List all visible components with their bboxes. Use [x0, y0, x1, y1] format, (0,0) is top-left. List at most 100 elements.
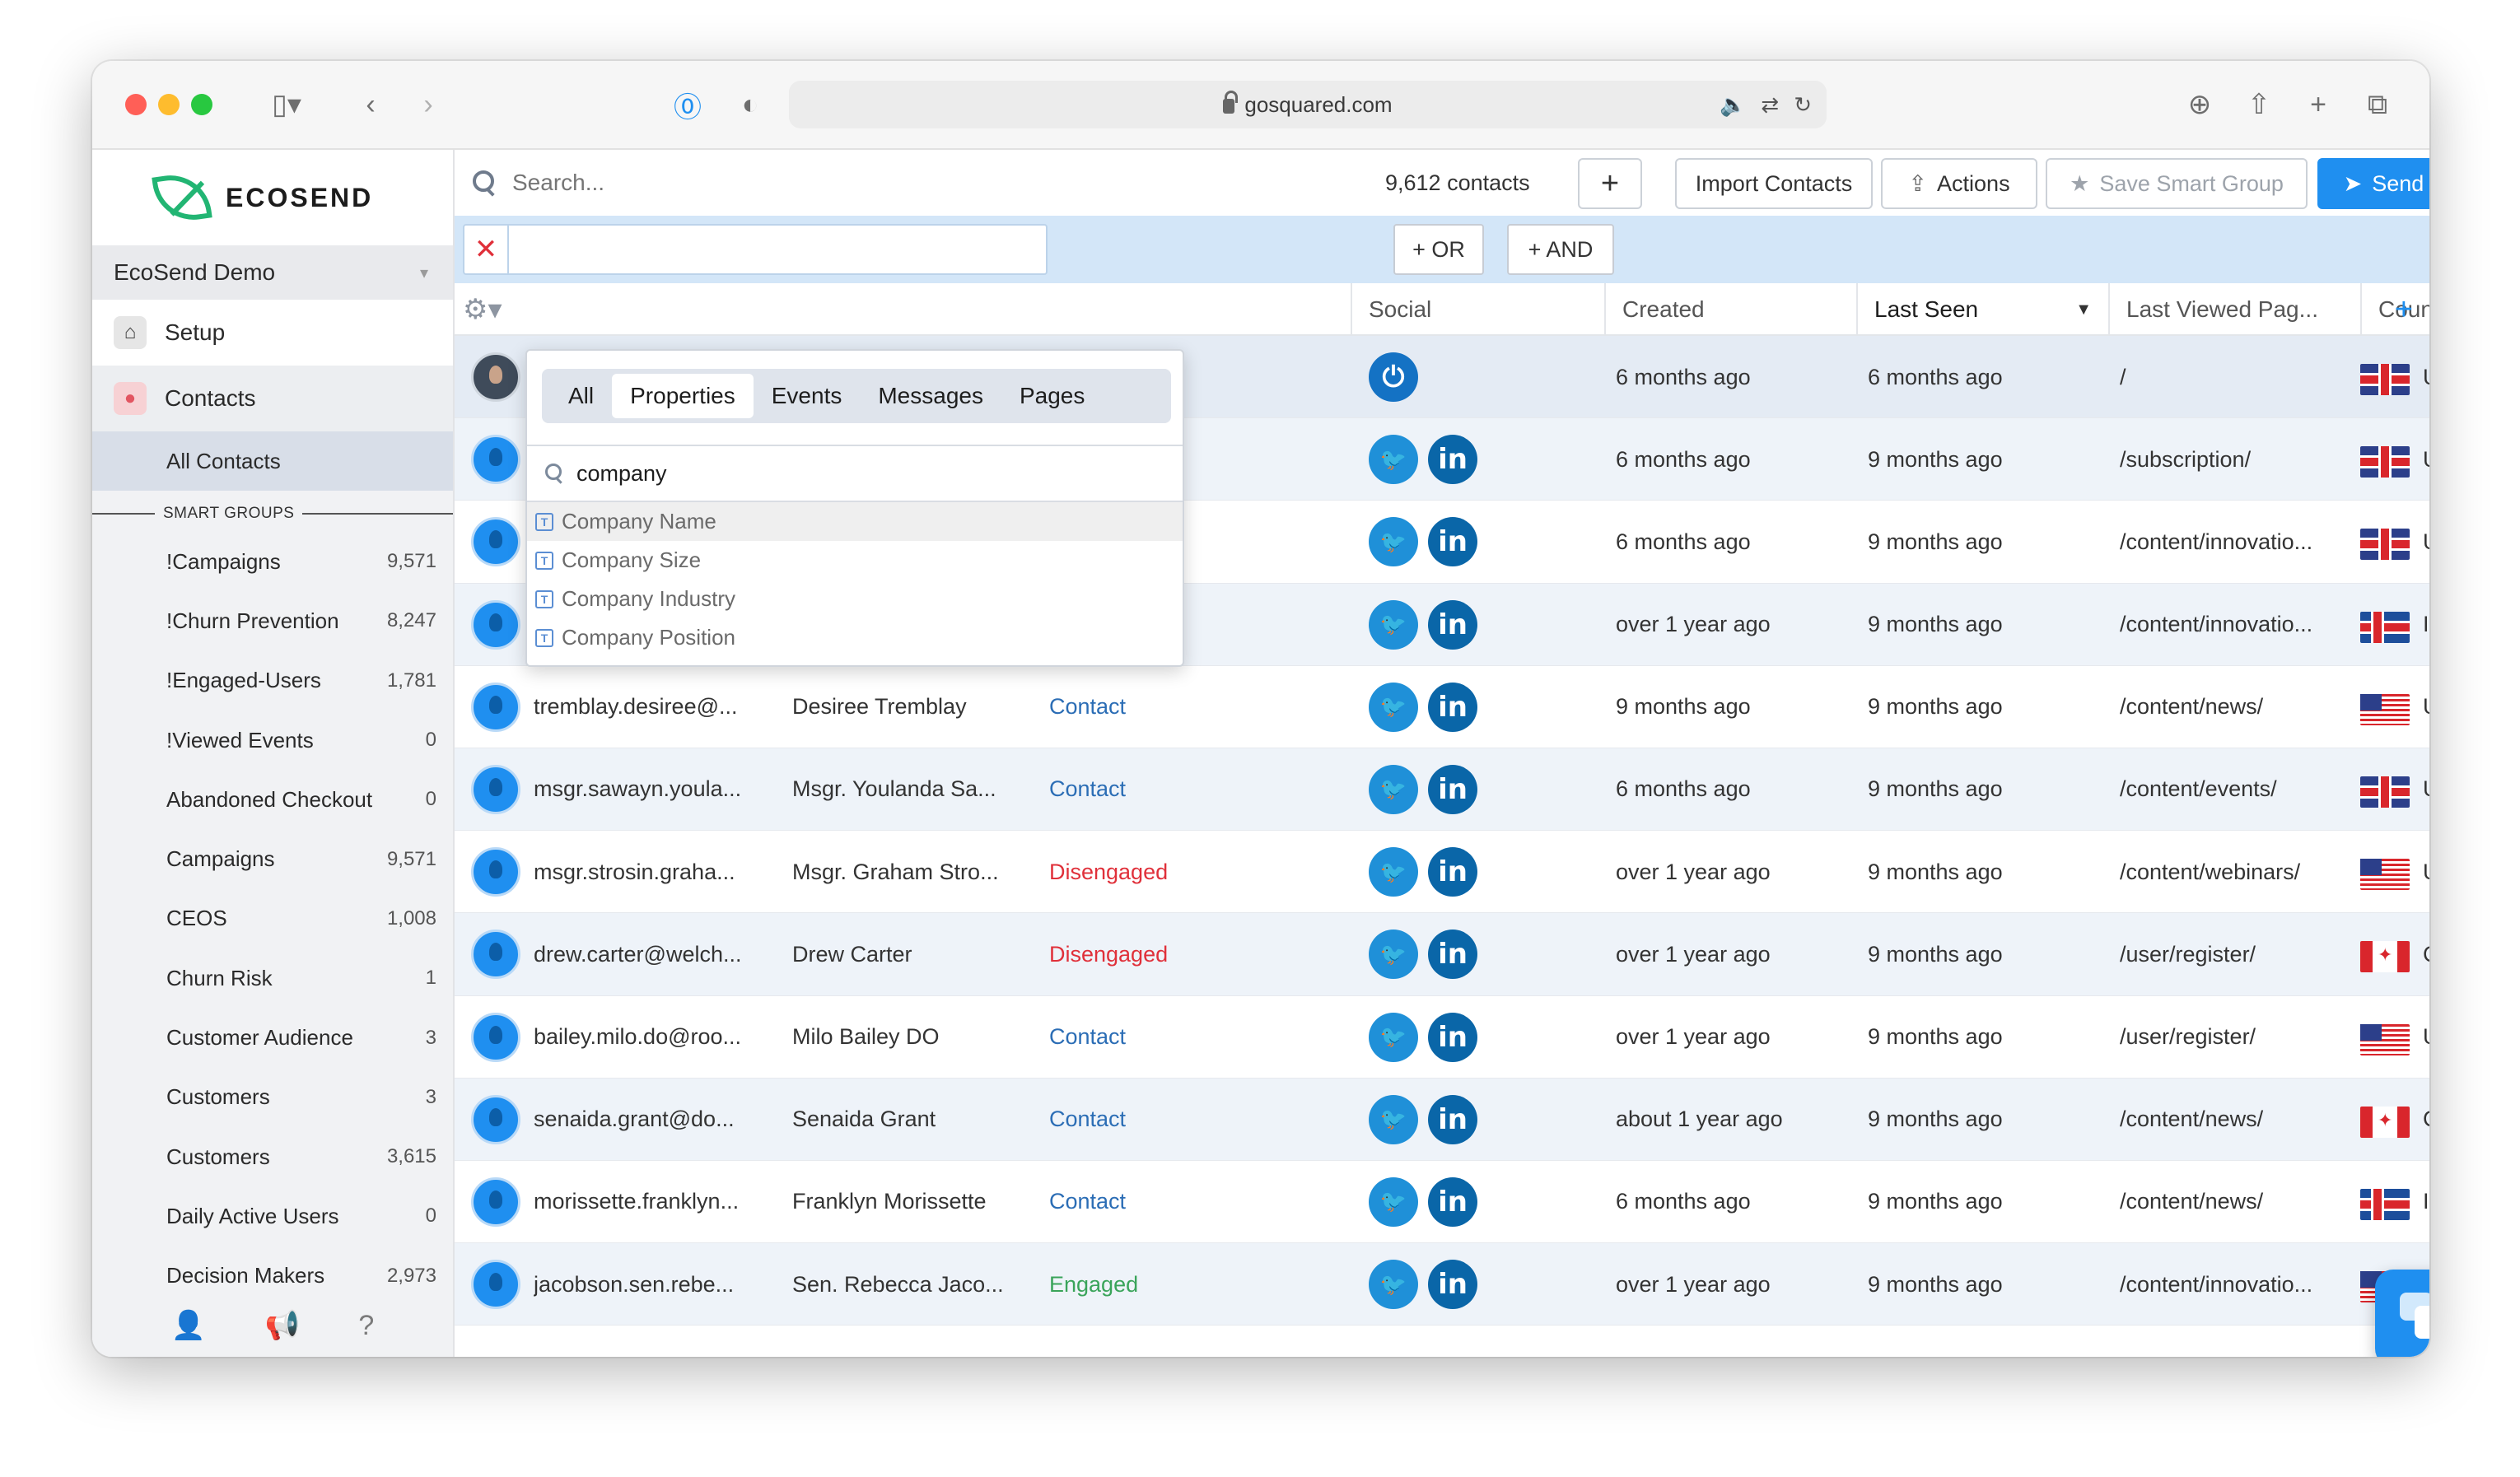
twitter-icon[interactable]: 🐦: [1369, 1176, 1418, 1227]
smart-group-item[interactable]: !Engaged-Users 1,781: [92, 651, 453, 711]
help-icon[interactable]: ?: [358, 1310, 374, 1342]
country-cell: Canada: [2423, 1079, 2429, 1161]
twitter-icon[interactable]: 🐦: [1369, 435, 1418, 485]
linkedin-icon[interactable]: in: [1428, 930, 1477, 980]
linkedin-icon[interactable]: in: [1428, 1260, 1477, 1310]
avatar: [471, 847, 520, 897]
back-icon[interactable]: ‹: [354, 84, 387, 125]
smart-group-item[interactable]: Churn Risk 1: [92, 948, 453, 1008]
linkedin-icon[interactable]: in: [1428, 1094, 1477, 1144]
sidebar-item-setup[interactable]: ⌂ Setup: [92, 300, 453, 366]
account-switcher[interactable]: EcoSend Demo ▾: [92, 245, 453, 300]
column-social[interactable]: Social: [1351, 283, 1604, 336]
speaker-icon[interactable]: 🔈: [1720, 92, 1746, 118]
linkedin-icon[interactable]: in: [1428, 847, 1477, 897]
linkedin-icon[interactable]: in: [1428, 1176, 1477, 1227]
reload-icon[interactable]: ↻: [1794, 92, 1812, 118]
linkedin-icon[interactable]: in: [1428, 517, 1477, 567]
tab-events[interactable]: Events: [754, 374, 861, 418]
sidebar-toggle-icon[interactable]: ▯▾: [254, 84, 320, 125]
address-bar[interactable]: gosquared.com 🔈 ⇄ ↻: [789, 81, 1827, 128]
smart-group-item[interactable]: Daily Active Users 0: [92, 1186, 453, 1246]
smart-group-item[interactable]: Customers 3: [92, 1068, 453, 1127]
tab-properties[interactable]: Properties: [612, 374, 754, 418]
and-filter-button[interactable]: + AND: [1507, 224, 1614, 275]
twitter-icon[interactable]: 🐦: [1369, 764, 1418, 814]
twitter-icon[interactable]: 🐦: [1369, 930, 1418, 980]
property-option[interactable]: T Company Position: [527, 618, 1183, 657]
profile-icon[interactable]: 👤: [171, 1309, 206, 1342]
filter-property-input[interactable]: [509, 224, 1048, 275]
property-option[interactable]: T Company Name: [527, 502, 1183, 541]
send-broadcast-button[interactable]: ➤ Send Broadcast: [2317, 158, 2429, 209]
linkedin-icon[interactable]: in: [1428, 682, 1477, 732]
smart-group-item[interactable]: !Churn Prevention 8,247: [92, 591, 453, 650]
add-column-icon[interactable]: +: [2382, 283, 2429, 336]
table-row[interactable]: bailey.milo.do@roo... Milo Bailey DO Conta…: [455, 996, 2429, 1079]
twitter-icon[interactable]: 🐦: [1369, 599, 1418, 650]
chat-widget-button[interactable]: [2375, 1270, 2429, 1357]
add-contact-button[interactable]: +: [1578, 158, 1642, 209]
property-option[interactable]: T Company Size: [527, 541, 1183, 580]
shield-icon[interactable]: ◐: [731, 84, 769, 125]
forward-icon[interactable]: ›: [412, 84, 445, 125]
table-row[interactable]: senaida.grant@do... Senaida Grant Contact 🐦…: [455, 1078, 2429, 1161]
sidebar-item-all-contacts[interactable]: All Contacts: [92, 431, 453, 491]
gear-icon[interactable]: ⚙▾: [463, 293, 502, 326]
announcements-icon[interactable]: 📢: [265, 1309, 300, 1342]
smart-group-item[interactable]: Campaigns 9,571: [92, 829, 453, 888]
sidebar-item-contacts[interactable]: ● Contacts: [92, 366, 453, 431]
remove-filter-icon[interactable]: ✕: [463, 224, 509, 275]
linkedin-icon[interactable]: in: [1428, 599, 1477, 650]
brand-logo[interactable]: ECOSEND: [92, 150, 453, 245]
twitter-icon[interactable]: 🐦: [1369, 1260, 1418, 1310]
column-last-viewed-page[interactable]: Last Viewed Pag...: [2108, 283, 2360, 336]
twitter-icon[interactable]: 🐦: [1369, 1012, 1418, 1062]
translate-icon[interactable]: ⇄: [1761, 92, 1779, 118]
column-created[interactable]: Created: [1604, 283, 1856, 336]
table-row[interactable]: msgr.sawayn.youla... Msgr. Youlanda Sa...…: [455, 748, 2429, 832]
twitter-icon[interactable]: 🐦: [1369, 517, 1418, 567]
twitter-icon[interactable]: 🐦: [1369, 847, 1418, 897]
twitter-icon[interactable]: 🐦: [1369, 682, 1418, 732]
or-filter-button[interactable]: + OR: [1393, 224, 1484, 275]
tab-messages[interactable]: Messages: [860, 374, 1001, 418]
table-row[interactable]: tremblay.desiree@... Desiree Tremblay Cont…: [455, 666, 2429, 748]
smart-group-item[interactable]: Customer Audience 3: [92, 1008, 453, 1067]
smart-group-item[interactable]: !Viewed Events 0: [92, 711, 453, 770]
column-last-seen[interactable]: Last Seen ▼: [1856, 283, 2108, 336]
downloads-icon[interactable]: ⊕: [2181, 84, 2219, 125]
save-smart-group-button[interactable]: ★ Save Smart Group: [2046, 158, 2308, 209]
tab-all[interactable]: All: [550, 374, 612, 418]
smart-group-item[interactable]: !Campaigns 9,571: [92, 532, 453, 591]
smart-group-item[interactable]: Customers 3,615: [92, 1127, 453, 1186]
country-cell: United St: [2423, 666, 2429, 748]
actions-button[interactable]: ⇪ Actions: [1881, 158, 2037, 209]
search-input[interactable]: [512, 170, 1253, 196]
smart-group-name: CEOS: [166, 906, 227, 931]
linkedin-icon[interactable]: in: [1428, 1012, 1477, 1062]
linkedin-icon[interactable]: in: [1428, 764, 1477, 814]
close-window-button[interactable]: [125, 94, 147, 115]
gosquared-icon[interactable]: ⏻: [1369, 352, 1418, 402]
tab-overview-icon[interactable]: ⧉: [2359, 84, 2396, 125]
password-manager-icon[interactable]: ⓪: [669, 84, 707, 125]
table-row[interactable]: jacobson.sen.rebe... Sen. Rebecca Jaco...…: [455, 1243, 2429, 1326]
import-contacts-button[interactable]: Import Contacts: [1675, 158, 1873, 209]
zoom-window-button[interactable]: [191, 94, 212, 115]
minimize-window-button[interactable]: [158, 94, 180, 115]
new-tab-icon[interactable]: +: [2299, 84, 2337, 125]
table-row[interactable]: msgr.strosin.graha... Msgr. Graham Stro..…: [455, 831, 2429, 914]
twitter-icon[interactable]: 🐦: [1369, 1094, 1418, 1144]
table-row[interactable]: drew.carter@welch... Drew Carter Disengage…: [455, 913, 2429, 996]
linkedin-icon[interactable]: in: [1428, 435, 1477, 485]
smart-group-item[interactable]: Abandoned Checkout 0: [92, 770, 453, 829]
property-search[interactable]: company: [527, 445, 1183, 502]
smart-group-count: 1: [425, 967, 436, 990]
smart-group-item[interactable]: CEOS 1,008: [92, 889, 453, 948]
home-icon: ⌂: [114, 316, 147, 349]
share-icon[interactable]: ⇧: [2240, 84, 2278, 125]
tab-pages[interactable]: Pages: [1001, 374, 1103, 418]
table-row[interactable]: morissette.franklyn... Franklyn Morissett…: [455, 1161, 2429, 1244]
property-option[interactable]: T Company Industry: [527, 580, 1183, 618]
